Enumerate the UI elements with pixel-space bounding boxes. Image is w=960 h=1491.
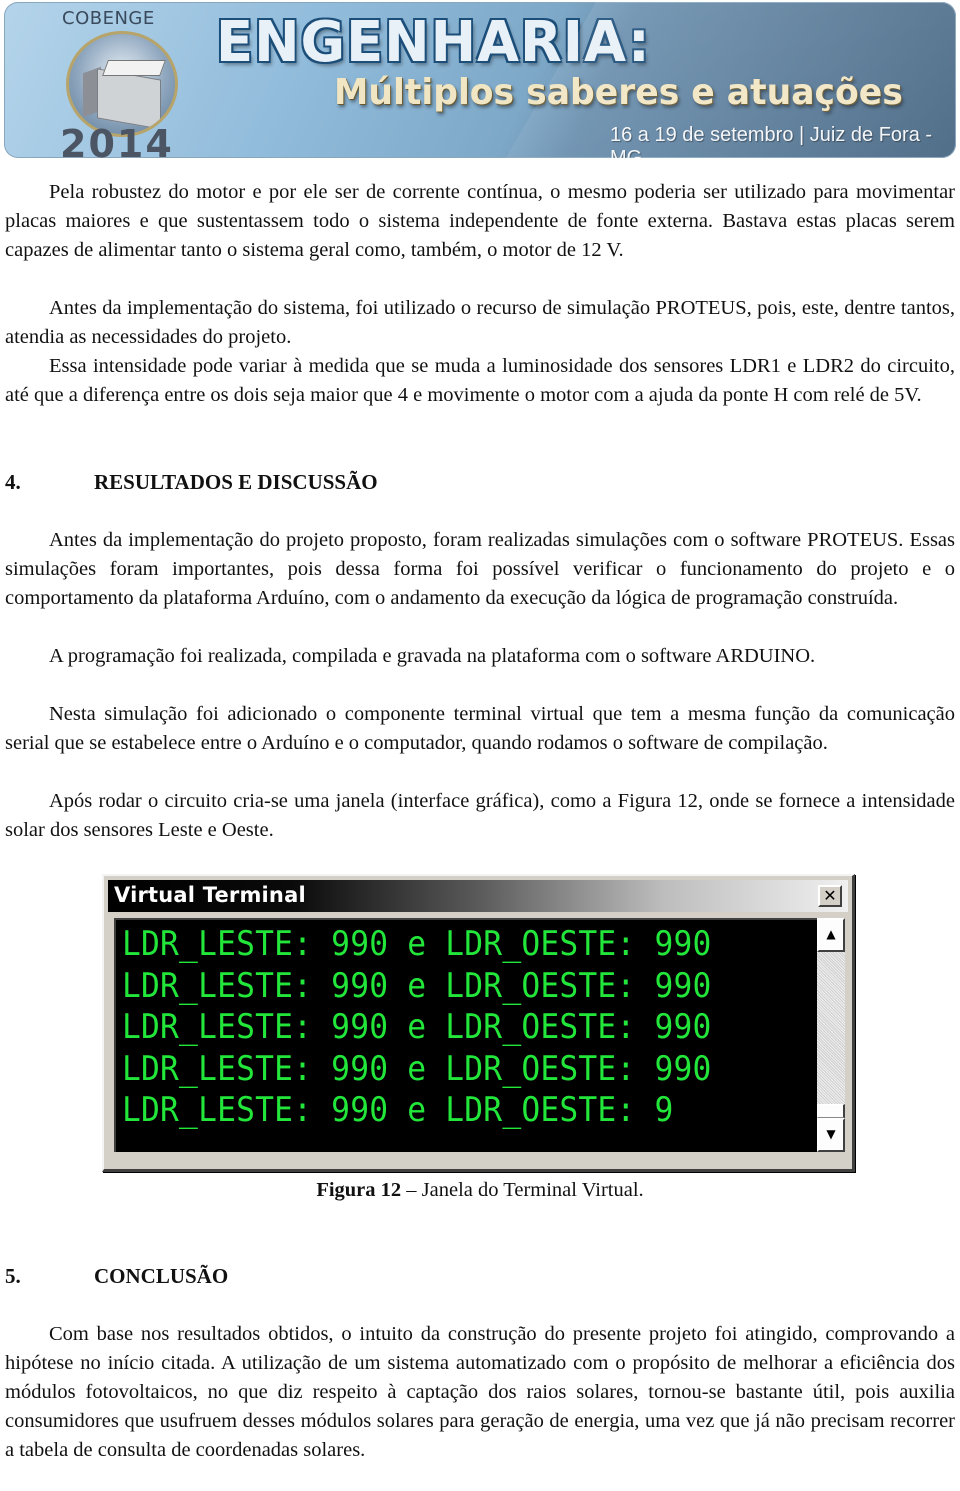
terminal-line: LDR_LESTE: 990 e LDR_OESTE: 990 [122,1048,712,1089]
window-title: Virtual Terminal [114,883,306,907]
banner-title: ENGENHARIA: [216,10,651,75]
section-title: CONCLUSÃO [94,1264,229,1288]
paragraph-text: Antes da implementação do projeto propos… [5,529,955,609]
paragraph: A programação foi realizada, compilada e… [5,642,955,671]
paragraph-text: Pela robustez do motor e por ele ser de … [5,181,955,261]
terminal-line: LDR_LESTE: 990 e LDR_OESTE: 9 [122,1090,674,1130]
paragraph-text: Nesta simulação foi adicionado o compone… [5,703,955,754]
cobenge-logo: COBENGE 2014 [44,4,194,158]
virtual-terminal-window: Virtual Terminal ✕ LDR_LESTE: 990 e LDR_… [102,874,855,1172]
paragraph: Essa intensidade pode variar à medida qu… [5,352,955,410]
banner-date-location: 16 a 19 de setembro | Juiz de Fora - MG [610,124,933,158]
paragraph: Nesta simulação foi adicionado o compone… [5,700,955,758]
paragraph: Antes da implementação do projeto propos… [5,526,955,613]
scroll-down-button[interactable]: ▼ [817,1118,845,1152]
paragraph-text: Antes da implementação do sistema, foi u… [5,297,955,348]
terminal-line: LDR_LESTE: 990 e LDR_OESTE: 990 [122,1007,712,1047]
terminal-output: LDR_LESTE: 990 e LDR_OESTE: 990 LDR_LEST… [114,918,817,1152]
scroll-up-button[interactable]: ▲ [817,918,845,952]
paragraph: Após rodar o circuito cria-se uma janela… [5,787,955,845]
paragraph-text: Essa intensidade pode variar à medida qu… [5,355,955,406]
figure-caption-text: – Janela do Terminal Virtual. [401,1179,644,1201]
scroll-thumb[interactable] [817,1104,845,1118]
section-title: RESULTADOS E DISCUSSÃO [94,470,378,494]
section-heading-conclusion: 5. CONCLUSÃO [5,1262,228,1291]
logo-name: COBENGE [62,8,155,29]
paragraph-text: A programação foi realizada, compilada e… [49,645,816,667]
figure-caption: Figura 12 – Janela do Terminal Virtual. [0,1176,960,1205]
paragraph-text: Com base nos resultados obtidos, o intui… [5,1323,955,1461]
figure-label: Figura 12 [316,1179,402,1201]
arrow-down-icon: ▼ [826,1127,836,1141]
paragraph: Pela robustez do motor e por ele ser de … [5,178,955,265]
close-icon: ✕ [823,886,837,905]
terminal-line: LDR_LESTE: 990 e LDR_OESTE: 990 [122,924,712,964]
close-button[interactable]: ✕ [818,885,842,907]
paragraph-text: Após rodar o circuito cria-se uma janela… [5,790,955,841]
window-titlebar[interactable]: Virtual Terminal ✕ [108,880,848,912]
conference-banner: COBENGE 2014 ENGENHARIA: Múltiplos saber… [4,2,956,158]
section-heading-results: 4. RESULTADOS E DISCUSSÃO [5,468,378,497]
banner-subtitle: Múltiplos saberes e atuações [334,72,903,113]
section-number: 5. [5,1264,21,1288]
vertical-scrollbar[interactable]: ▲ ▼ [817,918,845,1152]
logo-year: 2014 [60,122,174,158]
arrow-up-icon: ▲ [826,927,836,941]
terminal-line: LDR_LESTE: 990 e LDR_OESTE: 990 [122,965,712,1006]
section-number: 4. [5,470,21,494]
paragraph: Antes da implementação do sistema, foi u… [5,294,955,352]
paragraph: Com base nos resultados obtidos, o intui… [5,1320,955,1465]
